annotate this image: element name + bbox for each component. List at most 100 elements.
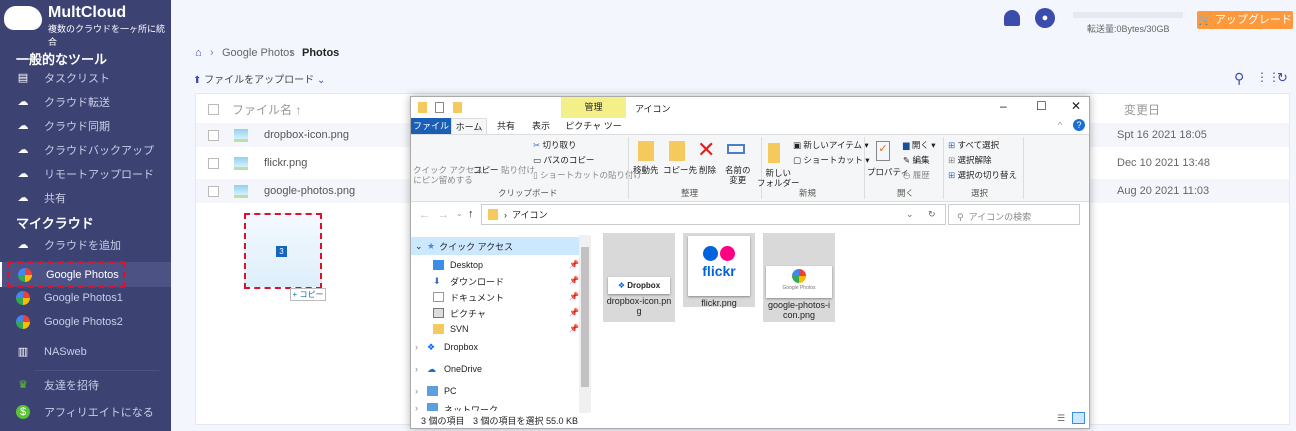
refresh-icon[interactable]: ↻ (1277, 70, 1288, 86)
home-icon[interactable]: ⌂ (195, 47, 202, 59)
copy-to-button[interactable]: コピー先 (663, 165, 697, 175)
new-folder-button[interactable]: 新しい フォルダー (757, 168, 800, 188)
file-thumbnail[interactable]: ❖ Dropbox dropbox-icon.png (603, 233, 675, 322)
address-dropdown[interactable]: ⌄ (906, 209, 914, 220)
sidebar-item-tasklist[interactable]: ▤ タスクリスト (0, 67, 171, 89)
row-checkbox[interactable] (208, 185, 219, 197)
select-none-button[interactable]: ⊞ 選択解除 (948, 155, 992, 165)
address-bar[interactable]: › アイコン ⌄ ↻ (481, 204, 946, 225)
sidebar-item-nasweb[interactable]: ▥ NASweb (0, 341, 171, 363)
paste-shortcut-button[interactable]: ▯ ショートカットの貼り付け (533, 170, 642, 180)
flickr-logo: flickr (688, 236, 750, 296)
sidebar-item-cloud-transfer[interactable]: ☁ クラウド転送 (0, 91, 171, 113)
avatar[interactable]: ● (1035, 8, 1055, 28)
forward-button[interactable]: → (438, 209, 449, 221)
file-date: Dec 10 2021 13:48 (1117, 157, 1210, 169)
delete-icon: ✕ (697, 137, 716, 162)
open-button[interactable]: ▆ 開く ▾ (903, 140, 936, 150)
tab-home[interactable]: ホーム (451, 118, 487, 134)
file-name[interactable]: google-photos.png (264, 185, 355, 197)
sidebar-item-cloud-sync[interactable]: ☁ クラウド同期 (0, 115, 171, 137)
back-button[interactable]: ← (419, 209, 430, 221)
copy-path-button[interactable]: ▭ パスのコピー (533, 155, 594, 165)
up-button[interactable]: ↑ (468, 208, 474, 220)
col-date-header[interactable]: 変更日 (1124, 101, 1160, 118)
tab-picture-tools[interactable]: ピクチャ ツール (561, 118, 626, 147)
nav-onedrive[interactable]: › ☁ OneDrive (415, 361, 482, 377)
upload-button[interactable]: ⬆ ファイルをアップロード ⌄ (193, 71, 325, 86)
collapse-ribbon-icon[interactable]: ^ (1058, 120, 1062, 130)
nav-pictures[interactable]: ピクチャ (433, 305, 486, 321)
nav-svn[interactable]: SVN (433, 321, 469, 337)
new-item-button[interactable]: ▣ 新しいアイテム ▾ (793, 140, 869, 150)
history-button[interactable]: ◷ 履歴 (903, 170, 930, 180)
delete-button[interactable]: 削除 (699, 165, 716, 175)
rename-icon (727, 144, 745, 154)
tab-view[interactable]: 表示 (523, 118, 559, 134)
app-tagline: 複数のクラウドを一ヶ所に統合 (48, 24, 166, 47)
sidebar-item-cloud-backup[interactable]: ☁ クラウドバックアップ (0, 139, 171, 161)
file-name[interactable]: dropbox-icon.png (264, 129, 349, 141)
details-view-icon[interactable]: ☰ (1057, 413, 1065, 424)
clipboard-icon: ▤ (17, 72, 29, 84)
select-all-button[interactable]: ⊞ すべて選択 (948, 140, 999, 150)
maximize-button[interactable]: ☐ (1036, 99, 1047, 113)
dropbox-logo: ❖ Dropbox (608, 277, 670, 294)
search-icon[interactable]: ⚲ (1234, 70, 1244, 87)
highlight-box (7, 261, 125, 288)
nav-desktop[interactable]: Desktop (433, 257, 483, 273)
nav-downloads[interactable]: ⬇ ダウンロード (433, 273, 504, 289)
search-box[interactable]: ⚲ アイコンの検索 (948, 204, 1080, 225)
minimize-button[interactable]: – (1000, 99, 1007, 113)
select-all-checkbox[interactable] (208, 103, 219, 115)
sidebar-item-affiliate[interactable]: $ アフィリエイトになる (0, 401, 171, 423)
move-to-button[interactable]: 移動先 (633, 165, 659, 175)
sidebar-item-invite[interactable]: ♛ 友達を招待 (0, 374, 171, 396)
cloud-sync-icon: ☁ (17, 120, 29, 132)
recent-dropdown[interactable]: ⌄ (456, 209, 463, 218)
paste-button[interactable]: 貼り付け (501, 165, 535, 175)
file-thumbnail[interactable]: flickr flickr.png (683, 233, 755, 308)
invert-selection-button[interactable]: ⊞ 選択の切り替え (948, 170, 1017, 180)
file-name[interactable]: flickr.png (264, 157, 307, 169)
row-checkbox[interactable] (208, 157, 219, 169)
breadcrumb-google-photos[interactable]: Google Photos (222, 47, 295, 59)
sidebar-item-share[interactable]: ☁ 共有 (0, 187, 171, 209)
file-thumbnail[interactable]: Google Photos google-photos-icon.png (763, 233, 835, 322)
copy-button[interactable]: コピー (473, 165, 499, 175)
nav-dropbox[interactable]: › ❖ Dropbox (415, 339, 478, 355)
nav-quick-access[interactable]: ⌄ ★ クイック アクセス (415, 238, 513, 254)
image-file-icon (234, 128, 248, 142)
google-photos-icon (16, 291, 30, 305)
google-photos-icon (16, 315, 30, 329)
properties-icon[interactable] (435, 102, 444, 113)
upgrade-button[interactable]: 🛒 アップグレード (1197, 11, 1293, 29)
tab-file[interactable]: ファイル (411, 118, 451, 134)
nav-documents[interactable]: ドキュメント (433, 289, 504, 305)
edit-button[interactable]: ✎ 編集 (903, 155, 930, 165)
sidebar-item-add-cloud[interactable]: ☁ クラウドを追加 (0, 234, 171, 256)
cut-button[interactable]: ✂ 切り取り (533, 140, 577, 150)
nav-pc[interactable]: › PC (415, 383, 457, 399)
shortcut-button[interactable]: ▢ ショートカット ▾ (793, 155, 870, 165)
row-checkbox[interactable] (208, 129, 219, 141)
close-button[interactable]: ✕ (1071, 99, 1081, 113)
nav-scrollbar[interactable] (579, 235, 591, 413)
large-icons-view-icon[interactable] (1072, 412, 1085, 424)
divider (864, 137, 865, 199)
pin-quick-access-button[interactable]: クイック アクセス にピン留めする (413, 165, 483, 185)
bell-icon[interactable] (1004, 10, 1020, 26)
label: ドキュメント (450, 292, 505, 303)
label: タスクリスト (44, 73, 110, 85)
sidebar-item-google-photos2[interactable]: Google Photos2 (0, 311, 171, 333)
help-icon[interactable]: ? (1073, 119, 1085, 131)
new-folder-icon[interactable] (453, 102, 462, 113)
manage-tab[interactable]: 管理 (561, 97, 626, 118)
refresh-icon[interactable]: ↻ (928, 209, 936, 220)
nav-network[interactable]: › ネットワーク (415, 403, 498, 411)
col-name-header[interactable]: ファイル名 ↑ (232, 101, 301, 118)
sidebar-item-remote-upload[interactable]: ☁ リモートアップロード (0, 163, 171, 185)
sidebar-item-google-photos1[interactable]: Google Photos1 (0, 287, 171, 309)
tab-share[interactable]: 共有 (489, 118, 523, 134)
rename-button[interactable]: 名前の 変更 (725, 165, 751, 185)
